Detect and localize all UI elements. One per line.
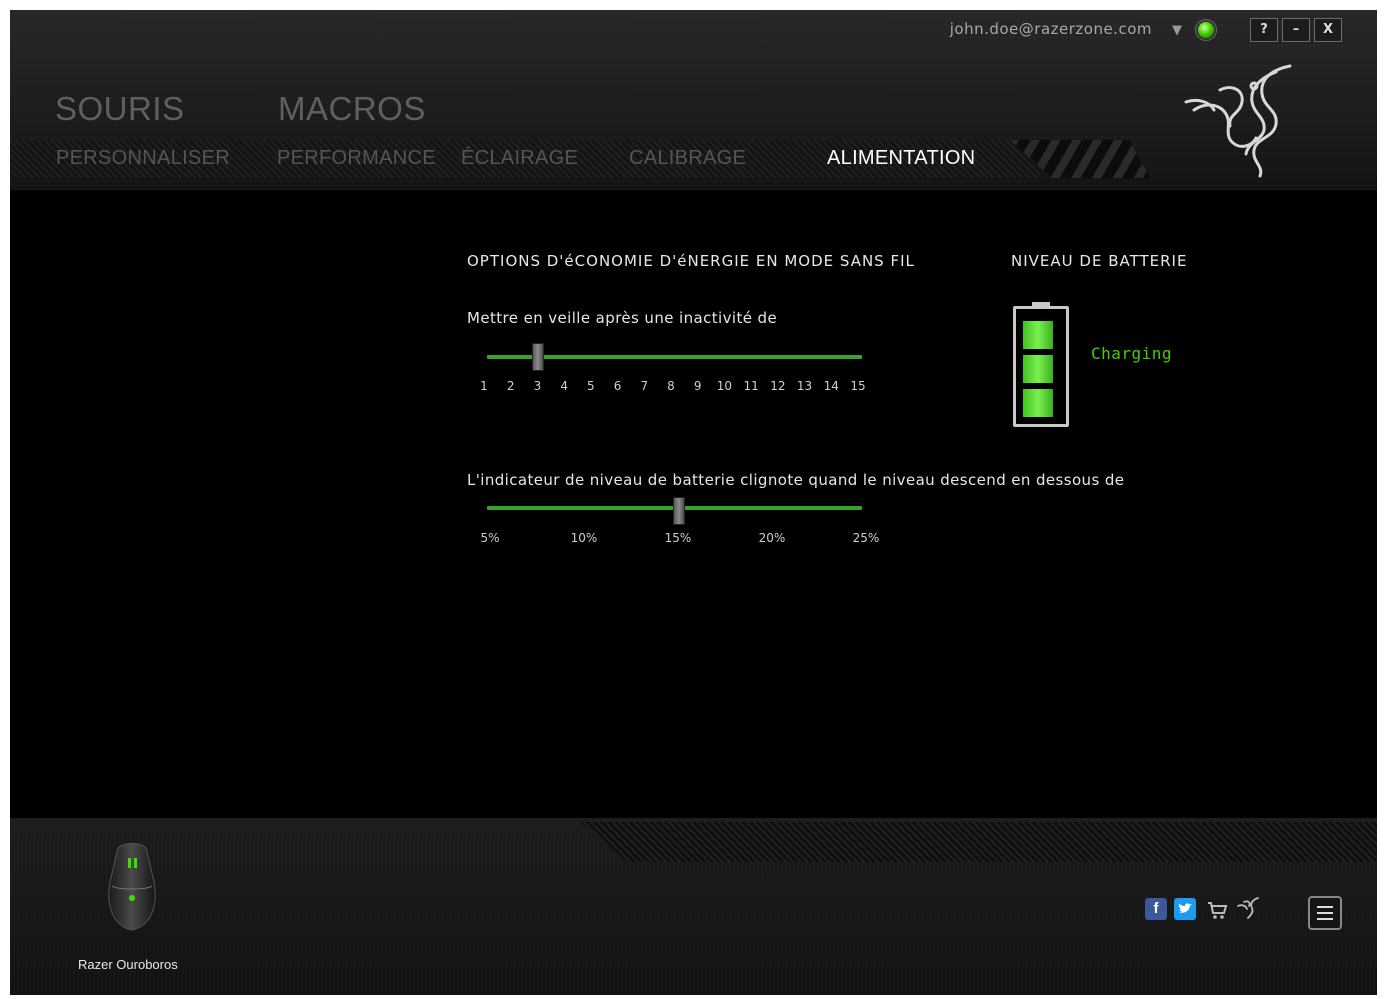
online-status-icon	[1198, 22, 1214, 38]
sleep-tick: 8	[667, 379, 675, 393]
razer-synapse-window: john.doe@razerzone.com ▼ ? – X SOURIS MA…	[10, 10, 1377, 995]
category-souris[interactable]: SOURIS	[55, 90, 185, 128]
minimize-button[interactable]: –	[1282, 18, 1310, 42]
tab-eclairage[interactable]: ÉCLAIRAGE	[461, 147, 578, 170]
battery-cell	[1023, 321, 1053, 349]
header: john.doe@razerzone.com ▼ ? – X SOURIS MA…	[10, 10, 1377, 190]
tab-alimentation[interactable]: ALIMENTATION	[827, 147, 975, 170]
blink-label: L'indicateur de niveau de batterie clign…	[467, 471, 1125, 489]
sleep-slider-thumb[interactable]	[532, 343, 545, 371]
mouse-device-icon[interactable]	[104, 842, 160, 934]
tab-personnaliser[interactable]: PERSONNALISER	[56, 147, 230, 170]
sleep-label: Mettre en veille après une inactivité de	[467, 309, 778, 327]
menu-button[interactable]	[1308, 896, 1342, 930]
sleep-tick: 7	[640, 379, 649, 393]
blink-tick: 25%	[852, 531, 880, 545]
battery-level-icon	[1013, 306, 1069, 427]
blink-tick: 15%	[664, 531, 692, 545]
razer-icon[interactable]	[1236, 896, 1262, 920]
blink-slider-thumb[interactable]	[673, 497, 685, 525]
power-section-title: OPTIONS D'éCONOMIE D'éNERGIE EN MODE SAN…	[467, 252, 915, 270]
sleep-tick: 11	[743, 379, 759, 393]
sleep-tick: 5	[587, 379, 595, 393]
sleep-tick: 9	[693, 379, 702, 393]
sleep-tick: 4	[560, 379, 568, 393]
sleep-tick: 1	[480, 379, 488, 393]
sleep-tick: 2	[506, 379, 515, 393]
category-macros[interactable]: MACROS	[278, 90, 426, 128]
razer-logo-icon	[1184, 64, 1292, 178]
sleep-tick: 14	[823, 379, 839, 393]
blink-tick: 10%	[570, 531, 598, 545]
tab-calibrage[interactable]: CALIBRAGE	[629, 147, 746, 170]
battery-status: Charging	[1091, 344, 1173, 363]
device-name: Razer Ouroboros	[78, 957, 178, 972]
close-button[interactable]: X	[1314, 18, 1342, 42]
sleep-tick: 10	[716, 379, 733, 393]
blink-tick: 5%	[480, 531, 500, 545]
sleep-tick: 6	[613, 379, 622, 393]
footer-decoration	[580, 822, 1377, 862]
battery-section-title: NIVEAU DE BATTERIE	[1011, 252, 1188, 270]
account-email[interactable]: john.doe@razerzone.com	[950, 20, 1152, 38]
battery-cell	[1023, 389, 1053, 417]
facebook-icon[interactable]: f	[1145, 898, 1167, 920]
account-dropdown-icon[interactable]: ▼	[1172, 23, 1182, 38]
blink-tick: 20%	[758, 531, 786, 545]
cart-icon[interactable]	[1206, 900, 1228, 920]
sleep-tick: 13	[796, 379, 813, 393]
tab-performance[interactable]: PERFORMANCE	[277, 147, 436, 170]
help-button[interactable]: ?	[1250, 18, 1278, 42]
battery-cell	[1023, 355, 1053, 383]
sleep-tick: 3	[533, 379, 542, 393]
twitter-icon[interactable]	[1174, 898, 1196, 920]
sleep-tick: 15	[850, 379, 866, 393]
sleep-tick: 12	[770, 379, 786, 393]
